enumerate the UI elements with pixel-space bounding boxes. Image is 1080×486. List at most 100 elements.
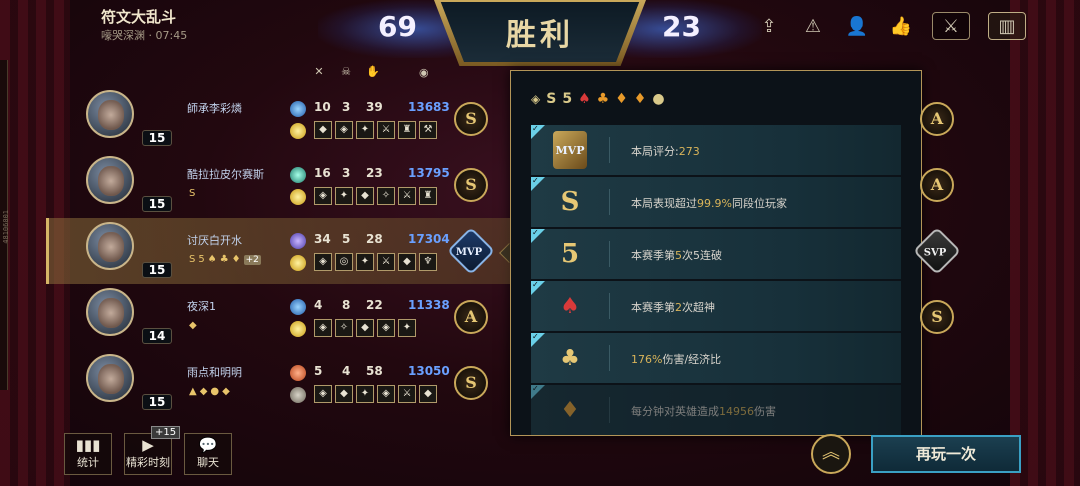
player-name[interactable]: 夜深1: [187, 298, 216, 314]
stats-button[interactable]: ▮▮▮ 统计: [64, 433, 112, 475]
item-icon[interactable]: ◆: [356, 319, 374, 337]
item-icon[interactable]: ✧: [335, 319, 353, 337]
item-icon[interactable]: ◆: [419, 385, 437, 403]
achievement-badge-icon: ◆: [189, 320, 197, 331]
kills-value: 5: [314, 364, 323, 378]
item-icon[interactable]: ◈: [314, 187, 332, 205]
highlights-button[interactable]: ▶ 精彩时刻: [124, 433, 172, 475]
item-icon[interactable]: ⚔: [377, 253, 395, 271]
achievement-icon: S: [560, 187, 580, 217]
player-name[interactable]: 師承李彩燐: [187, 100, 242, 116]
deaths-value: 8: [342, 298, 351, 312]
grade-badge[interactable]: A: [454, 300, 488, 334]
enemy-grade-badge[interactable]: A: [920, 168, 954, 202]
item-icon[interactable]: ⚔: [398, 385, 416, 403]
item-icon[interactable]: ✦: [356, 121, 374, 139]
item-icon[interactable]: ◆: [356, 187, 374, 205]
enemy-grade-badge[interactable]: S: [920, 300, 954, 334]
check-icon: ✓: [532, 124, 539, 133]
grade-badge[interactable]: S: [454, 168, 488, 202]
kills-icon: ✕: [314, 65, 324, 78]
item-icon[interactable]: ✧: [377, 187, 395, 205]
item-slots: ◆ ◈ ✦ ⚔ ♜ ⚒: [314, 121, 437, 139]
summoner-spell-icon: [290, 167, 306, 183]
player-badges: ◆: [189, 320, 197, 331]
kills-value: 10: [314, 100, 331, 114]
achievement-text: 176%伤害/经济比: [631, 351, 721, 367]
map-and-time: 嚎哭深渊 · 07:45: [101, 29, 188, 42]
gold-value: 17304: [408, 232, 450, 246]
item-icon[interactable]: ◎: [335, 253, 353, 271]
add-friend-icon[interactable]: 👤: [844, 13, 870, 39]
enemy-grade-badge[interactable]: A: [920, 102, 954, 136]
achievement-badge-icon: 5: [198, 254, 205, 265]
item-icon[interactable]: ◈: [377, 319, 395, 337]
item-icon[interactable]: ◈: [377, 385, 395, 403]
chat-button[interactable]: 💬 聊天: [184, 433, 232, 475]
item-slots: ◈ ✧ ◆ ◈ ✦: [314, 319, 416, 337]
item-icon[interactable]: ◆: [314, 121, 332, 139]
play-again-button[interactable]: 再玩一次: [871, 435, 1021, 473]
grade-label: A: [930, 109, 944, 128]
item-icon[interactable]: ♜: [398, 121, 416, 139]
deaths-value: 3: [342, 100, 351, 114]
divider: [609, 345, 610, 371]
champion-avatar[interactable]: [86, 222, 134, 270]
item-icon[interactable]: ♜: [419, 187, 437, 205]
grade-label: S: [465, 109, 477, 128]
champion-avatar[interactable]: [86, 288, 134, 336]
achievement-badge-icon: ●: [210, 386, 220, 397]
curtain-right: [1010, 0, 1080, 486]
item-icon[interactable]: ◈: [314, 253, 332, 271]
report-icon[interactable]: ⚠: [800, 13, 826, 39]
item-icon[interactable]: ⚒: [419, 121, 437, 139]
item-icon[interactable]: ✦: [356, 385, 374, 403]
thumbs-up-icon[interactable]: 👍: [888, 13, 914, 39]
item-icon[interactable]: ◈: [314, 385, 332, 403]
player-name[interactable]: 酷拉拉皮尔赛斯: [187, 166, 264, 182]
champion-avatar[interactable]: [86, 156, 134, 204]
item-icon[interactable]: ✦: [335, 187, 353, 205]
stats-panel-icon[interactable]: ▥: [988, 12, 1026, 40]
grade-badge[interactable]: S: [454, 102, 488, 136]
team-score-right: 23: [662, 10, 701, 43]
assists-value: 22: [366, 298, 383, 312]
achievement-icon: MVP: [553, 131, 587, 169]
achievement-card: ✓ ♣ 176%伤害/经济比: [531, 332, 901, 384]
player-name[interactable]: 讨厌白开水: [187, 232, 242, 248]
stats-label: 统计: [77, 456, 99, 469]
item-icon[interactable]: ◆: [398, 253, 416, 271]
share-icon[interactable]: ⇪: [756, 13, 782, 39]
achievement-prefix: 本局评分:: [631, 145, 679, 158]
item-icon[interactable]: ◆: [335, 385, 353, 403]
champion-level: 15: [142, 262, 172, 278]
rank-badge-icon: ◈: [531, 92, 541, 106]
item-icon[interactable]: ✦: [398, 319, 416, 337]
top-toolbar: ⇪ ⚠ 👤 👍 ⚔ ▥: [756, 12, 1026, 40]
champion-avatar[interactable]: [86, 90, 134, 138]
item-icon[interactable]: ◈: [335, 121, 353, 139]
grade-badge[interactable]: S: [454, 366, 488, 400]
chevron-up-icon[interactable]: ︽: [811, 434, 851, 474]
check-icon: ✓: [532, 384, 539, 393]
champion-portrait: [98, 166, 124, 196]
item-icon[interactable]: ◈: [314, 319, 332, 337]
achievement-card: ✓ ♦ 每分钟对英雄造成14956伤害: [531, 384, 901, 435]
achievement-badge-icon: S: [189, 254, 196, 265]
item-icon[interactable]: ⚔: [398, 187, 416, 205]
team-vs-icon[interactable]: ⚔: [932, 12, 970, 40]
achievement-icon: 5: [560, 239, 580, 269]
achievement-suffix: 次超神: [682, 301, 715, 314]
champion-portrait: [98, 100, 124, 130]
champion-avatar[interactable]: [86, 354, 134, 402]
item-icon[interactable]: ⚔: [377, 121, 395, 139]
achievement-suffix: 伤害: [754, 405, 776, 418]
kills-value: 34: [314, 232, 331, 246]
player-name[interactable]: 雨点和明明: [187, 364, 242, 380]
dpm-badge-icon: ♦: [615, 91, 628, 107]
grade-label: MVP: [455, 247, 483, 259]
assists-icon: ✋: [366, 65, 380, 78]
flame-badge-icon: ♦: [633, 91, 647, 107]
item-icon[interactable]: ✦: [356, 253, 374, 271]
item-icon[interactable]: ♆: [419, 253, 437, 271]
